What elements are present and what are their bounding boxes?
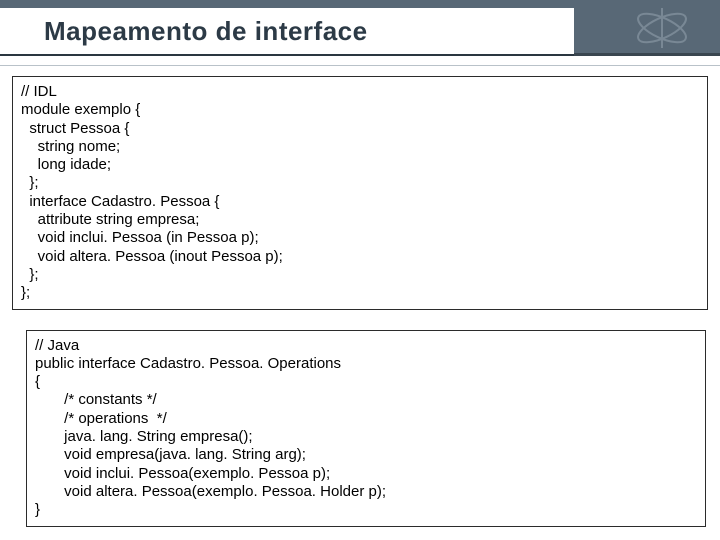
- slide-title: Mapeamento de interface: [44, 16, 368, 47]
- code-line: interface Cadastro. Pessoa {: [21, 193, 699, 211]
- code-line: void altera. Pessoa (inout Pessoa p);: [21, 248, 699, 266]
- slide: Mapeamento de interface // IDL module ex…: [0, 0, 720, 540]
- code-line: void empresa(java. lang. String arg);: [35, 446, 697, 464]
- divider-line: [0, 65, 720, 66]
- code-line: void inclui. Pessoa (in Pessoa p);: [21, 229, 699, 247]
- content-area: // IDL module exemplo { struct Pessoa { …: [12, 76, 708, 540]
- code-line: }: [35, 501, 697, 519]
- code-line: /* constants */: [35, 391, 697, 409]
- code-line: };: [21, 174, 699, 192]
- code-line: long idade;: [21, 156, 699, 174]
- code-line: java. lang. String empresa();: [35, 428, 697, 446]
- code-line: string nome;: [21, 138, 699, 156]
- code-line: struct Pessoa {: [21, 120, 699, 138]
- java-code-box: // Java public interface Cadastro. Pesso…: [26, 330, 706, 527]
- title-bar: Mapeamento de interface: [0, 0, 720, 56]
- code-line: void inclui. Pessoa(exemplo. Pessoa p);: [35, 465, 697, 483]
- title-strip: Mapeamento de interface: [0, 8, 574, 56]
- code-line: {: [35, 373, 697, 391]
- code-line: module exemplo {: [21, 101, 699, 119]
- code-line: public interface Cadastro. Pessoa. Opera…: [35, 355, 697, 373]
- idl-code-box: // IDL module exemplo { struct Pessoa { …: [12, 76, 708, 310]
- code-line: void altera. Pessoa(exemplo. Pessoa. Hol…: [35, 483, 697, 501]
- code-line: // IDL: [21, 83, 699, 101]
- code-line: };: [21, 266, 699, 284]
- logo-icon: [622, 0, 702, 56]
- code-line: };: [21, 284, 699, 302]
- code-line: // Java: [35, 337, 697, 355]
- code-line: attribute string empresa;: [21, 211, 699, 229]
- code-line: /* operations */: [35, 410, 697, 428]
